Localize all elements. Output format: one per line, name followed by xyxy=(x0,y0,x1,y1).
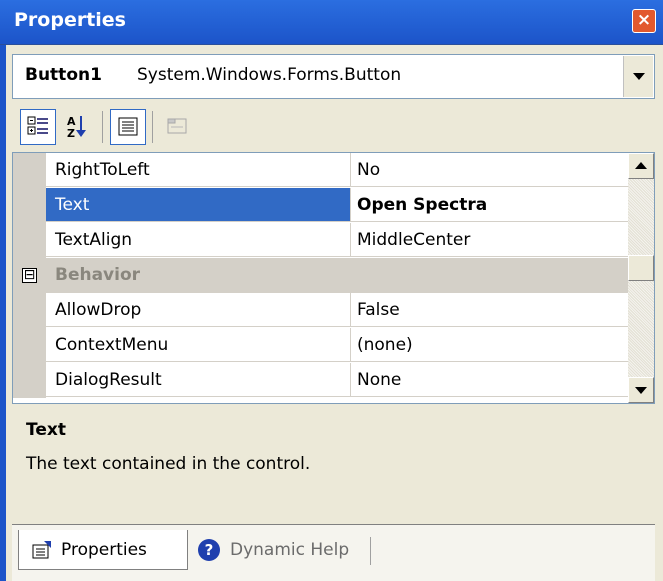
toolbar-separator xyxy=(102,111,103,143)
property-name: Text xyxy=(46,188,351,222)
properties-view-button[interactable] xyxy=(110,109,146,145)
property-value[interactable]: Open Spectra xyxy=(351,188,629,222)
alphabetical-sort-icon: A Z xyxy=(67,115,86,140)
object-name: Button1 xyxy=(25,65,102,85)
object-type: System.Windows.Forms.Button xyxy=(137,65,402,85)
properties-icon xyxy=(118,117,138,136)
object-selector[interactable]: Button1 System.Windows.Forms.Button xyxy=(12,54,655,99)
property-toolbar: A Z xyxy=(12,105,655,151)
scroll-down-icon[interactable] xyxy=(628,377,654,403)
property-row-text[interactable]: Text Open Spectra xyxy=(13,188,629,223)
title-bar[interactable]: Properties × xyxy=(0,0,663,45)
scrollbar-thumb[interactable] xyxy=(628,255,654,281)
property-value[interactable]: False xyxy=(351,293,629,327)
property-value[interactable]: None xyxy=(351,363,629,397)
property-name: AllowDrop xyxy=(46,293,351,327)
property-name: DialogResult xyxy=(46,363,351,397)
property-pages-icon xyxy=(167,118,187,134)
property-pages-button[interactable] xyxy=(160,109,196,145)
property-row-contextmenu[interactable]: ContextMenu (none) xyxy=(13,328,629,363)
help-icon: ? xyxy=(198,539,220,561)
alphabetical-button[interactable]: A Z xyxy=(60,109,96,145)
categorized-button[interactable] xyxy=(20,109,56,145)
row-gutter xyxy=(13,328,46,363)
properties-page-icon xyxy=(32,541,51,559)
property-row-allowdrop[interactable]: AllowDrop False xyxy=(13,293,629,328)
tab-dynamic-help[interactable]: ? Dynamic Help xyxy=(192,530,372,570)
category-row-behavior[interactable]: ⊟ Behavior xyxy=(13,258,629,293)
bottom-tab-bar: Properties ? Dynamic Help xyxy=(12,524,655,581)
property-row-righttoleft[interactable]: RightToLeft No xyxy=(13,153,629,188)
svg-text:Z: Z xyxy=(67,127,75,140)
description-title: Text xyxy=(26,420,66,440)
chevron-down-icon[interactable] xyxy=(623,56,653,97)
collapse-icon[interactable]: ⊟ xyxy=(22,268,37,283)
window-left-border xyxy=(0,45,6,581)
property-name: RightToLeft xyxy=(46,153,351,187)
description-pane: Text The text contained in the control. xyxy=(12,404,655,524)
property-value[interactable]: MiddleCenter xyxy=(351,223,629,257)
scroll-up-icon[interactable] xyxy=(628,153,654,179)
window-title: Properties xyxy=(14,9,126,31)
tab-label: Dynamic Help xyxy=(230,540,350,560)
property-row-dialogresult[interactable]: DialogResult None xyxy=(13,363,629,398)
row-gutter xyxy=(13,223,46,258)
row-gutter xyxy=(13,153,46,188)
vertical-scrollbar[interactable] xyxy=(628,153,654,403)
row-gutter xyxy=(13,293,46,328)
category-label: Behavior xyxy=(55,265,141,285)
row-gutter xyxy=(13,363,46,398)
categorized-icon xyxy=(27,116,48,135)
property-value[interactable]: (none) xyxy=(351,328,629,362)
description-text: The text contained in the control. xyxy=(26,454,311,474)
toolbar-separator xyxy=(152,111,153,143)
tab-separator xyxy=(370,537,371,565)
property-grid[interactable]: RightToLeft No Text Open Spectra TextAli… xyxy=(12,152,655,404)
close-icon[interactable]: × xyxy=(632,9,656,33)
property-row-textalign[interactable]: TextAlign MiddleCenter xyxy=(13,223,629,258)
property-name: ContextMenu xyxy=(46,328,351,362)
tab-properties[interactable]: Properties xyxy=(18,530,188,570)
row-gutter xyxy=(13,188,46,223)
tab-label: Properties xyxy=(61,540,147,560)
property-value[interactable]: No xyxy=(351,153,629,187)
property-name: TextAlign xyxy=(46,223,351,257)
